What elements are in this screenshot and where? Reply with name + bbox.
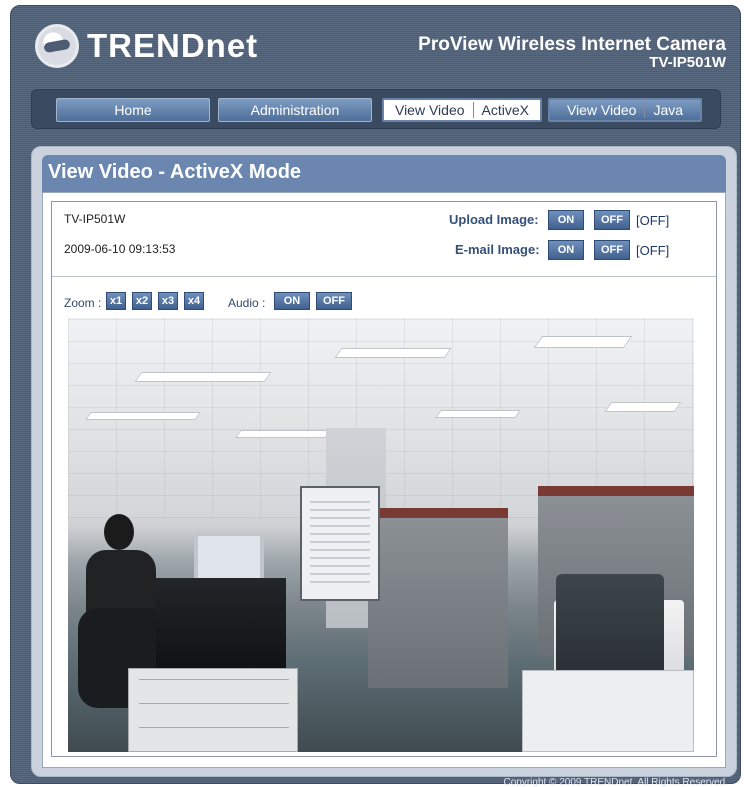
audio-off-button[interactable]: OFF [316,292,352,310]
email-image-on-button[interactable]: ON [548,240,584,260]
email-image-state: [OFF] [636,243,670,258]
zoom-label: Zoom : [64,296,102,310]
main-nav: Home Administration View Video ActiveX V… [31,89,721,129]
upload-image-off-button[interactable]: OFF [594,210,630,230]
page-frame: TRENDnet ProView Wireless Internet Camer… [10,5,741,787]
video-cabinet [128,668,298,752]
ceiling-light [533,336,633,348]
view-video-label: View Video [394,102,465,118]
zoom-x4-button[interactable]: x4 [184,292,204,310]
video-equipment-stack [156,578,286,668]
ceiling-light [435,410,521,418]
zoom-x1-button[interactable]: x1 [106,292,126,310]
product-model: TV-IP501W [649,54,726,71]
camera-timestamp: 2009-06-10 09:13:53 [64,242,176,256]
email-image-off-button[interactable]: OFF [594,240,630,260]
view-video-label: View Video [566,102,637,118]
upload-image-label: Upload Image: [449,212,539,227]
logo-text: TRENDnet [87,27,259,64]
video-desk [522,670,694,752]
live-video-view[interactable] [68,318,694,752]
video-cubicle [368,508,508,688]
activex-label: ActiveX [481,102,529,118]
nav-home-button[interactable]: Home [56,98,210,122]
nav-administration-button[interactable]: Administration [218,98,372,122]
content-divider [52,276,716,277]
upload-image-on-button[interactable]: ON [548,210,584,230]
audio-label: Audio : [228,296,266,310]
copyright-footer: Copyright © 2009 TRENDnet. All Rights Re… [503,777,728,787]
panel-title: View Video - ActiveX Mode [42,155,726,192]
logo-mark-icon [35,24,79,68]
nav-view-video-activex-button[interactable]: View Video ActiveX [382,98,542,122]
view-video-panel: View Video - ActiveX Mode TV-IP501W 2009… [31,146,737,777]
video-content-box: TV-IP501W 2009-06-10 09:13:53 Upload Ima… [51,201,717,757]
camera-name: TV-IP501W [64,212,126,226]
ceiling-light [235,430,331,438]
ceiling-light [334,348,452,358]
video-whiteboard [300,486,380,601]
zoom-x2-button[interactable]: x2 [132,292,152,310]
product-heading: ProView Wireless Internet Camera TV-IP50… [418,34,726,72]
ceiling-light [134,372,272,382]
java-label: Java [653,102,684,118]
person-head [104,514,134,550]
ceiling-light [85,412,201,420]
ceiling-light [604,402,682,412]
zoom-x3-button[interactable]: x3 [158,292,178,310]
panel-body: TV-IP501W 2009-06-10 09:13:53 Upload Ima… [42,192,726,768]
email-image-label: E-mail Image: [455,242,540,257]
product-line: ProView Wireless Internet Camera [418,34,726,55]
video-printer [556,574,664,674]
trendnet-logo: TRENDnet [35,24,258,68]
nav-view-video-java-button[interactable]: View Video Java [548,98,702,122]
video-monitor [194,532,264,584]
audio-on-button[interactable]: ON [274,292,310,310]
upload-image-state: [OFF] [636,213,670,228]
